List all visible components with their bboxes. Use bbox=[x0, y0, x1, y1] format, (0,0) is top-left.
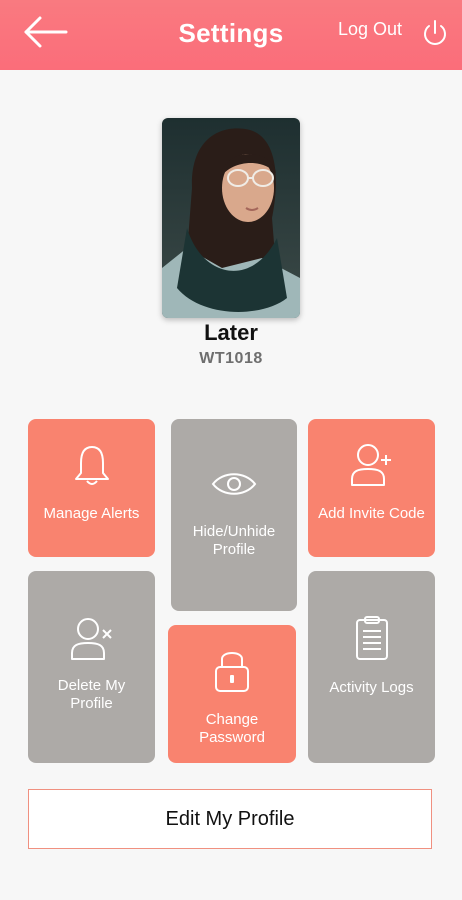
bell-icon bbox=[74, 446, 109, 485]
clipboard-icon bbox=[355, 616, 388, 660]
add-invite-code-tile[interactable]: Add Invite Code bbox=[308, 419, 435, 557]
manage-alerts-tile[interactable]: Manage Alerts bbox=[28, 419, 155, 557]
add-invite-code-label: Add Invite Code bbox=[318, 505, 425, 522]
delete-my-profile-tile[interactable]: Delete My Profile bbox=[28, 571, 155, 763]
add-user-icon bbox=[350, 444, 391, 486]
profile-name: Later bbox=[204, 320, 258, 345]
profile-code: WT1018 bbox=[199, 350, 263, 367]
change-password-label: Change Password bbox=[199, 711, 265, 746]
activity-logs-label: Activity Logs bbox=[329, 679, 414, 696]
lock-icon bbox=[215, 652, 249, 692]
activity-logs-tile[interactable]: Activity Logs bbox=[308, 571, 435, 763]
profile-photo-image bbox=[162, 118, 300, 318]
power-icon[interactable] bbox=[420, 18, 450, 48]
remove-user-icon bbox=[70, 618, 112, 660]
logout-button[interactable]: Log Out bbox=[338, 19, 402, 40]
hide-unhide-profile-tile[interactable]: Hide/Unhide Profile bbox=[171, 419, 297, 611]
change-password-tile[interactable]: Change Password bbox=[168, 625, 296, 763]
hide-unhide-profile-label: Hide/Unhide Profile bbox=[192, 523, 276, 558]
edit-my-profile-button[interactable]: Edit My Profile bbox=[28, 789, 432, 849]
eye-icon bbox=[211, 473, 257, 495]
profile-photo[interactable] bbox=[162, 118, 300, 318]
app-header: Settings Log Out bbox=[0, 0, 462, 70]
delete-my-profile-label: Delete My Profile bbox=[57, 677, 126, 712]
manage-alerts-label: Manage Alerts bbox=[43, 505, 140, 522]
